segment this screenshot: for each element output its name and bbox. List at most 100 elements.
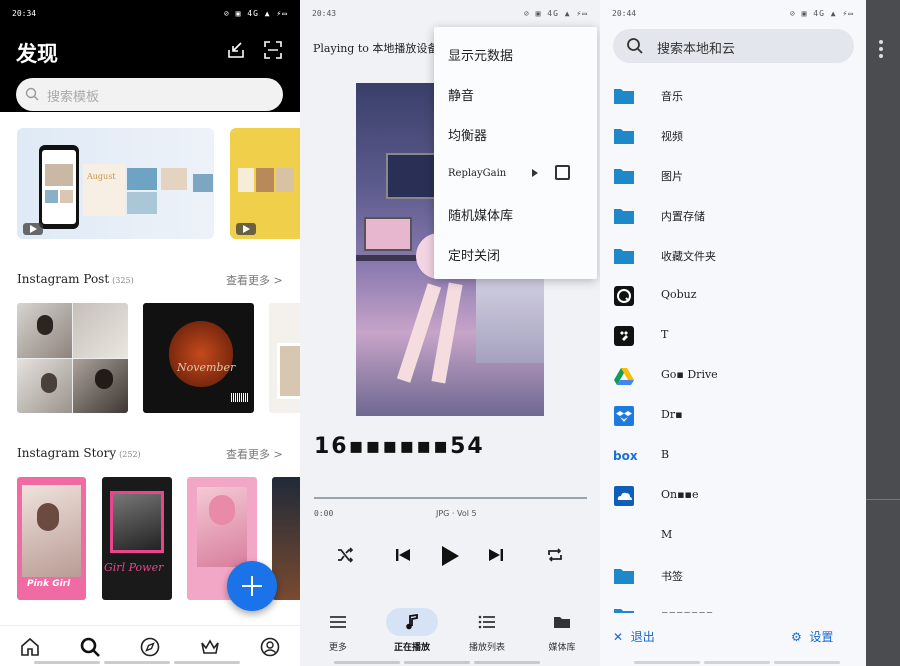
previous-icon[interactable] [394,546,412,564]
menu-item-replaygain[interactable]: ReplayGain [448,168,506,179]
status-bar: 20:43 ⊘ ▣ 4G ▲ ⚡▭ [312,9,588,21]
crown-icon[interactable] [199,636,221,658]
exit-button[interactable]: ✕ 退出 [613,628,655,645]
settings-button[interactable]: ⚙ 设置 [791,628,833,645]
profile-icon[interactable] [259,636,281,658]
library-item-box[interactable]: box B [613,445,853,467]
home-icon[interactable] [19,636,41,658]
post-template-tile[interactable] [17,303,128,413]
status-icons: ⊘ ▣ 4G ▲ ⚡▭ [224,9,288,18]
template-banner[interactable]: August [17,128,214,239]
gesture-bar [174,661,240,664]
folder-icon [614,609,634,613]
gesture-bar [704,661,770,664]
status-icons: ⊘ ▣ 4G ▲ ⚡▭ [524,9,588,18]
search-placeholder: 搜索模板 [47,90,100,105]
library-item-favorite-folders[interactable]: 收藏文件夹 [613,245,853,267]
menu-item-sleep-timer[interactable]: 定时关闭 [448,245,500,264]
section-count: (252) [119,450,141,459]
shuffle-icon[interactable] [336,546,354,564]
playing-to-label[interactable]: Playing to 本地播放设备 [313,40,438,56]
dropbox-icon [614,406,634,426]
library-item-onedrive[interactable]: On▪▪e [613,485,853,507]
divider [866,499,900,500]
scan-icon[interactable] [263,40,283,60]
playback-position: 0:00 [314,509,334,518]
gesture-bar [774,661,840,664]
status-time: 20:43 [312,9,337,18]
more-options-icon[interactable] [879,40,883,61]
menu-item-mute[interactable]: 静音 [448,85,474,104]
folder-icon [614,89,634,104]
tab-label: 更多 [328,643,347,653]
status-icons: ⊘ ▣ 4G ▲ ⚡▭ [790,9,854,18]
library-item-internal-storage[interactable]: 内置存储 [613,205,853,227]
tab-label: 正在播放 [393,643,430,653]
library-item-bookmarks[interactable]: 书签 [613,565,853,587]
tab-library[interactable]: 媒体库 [532,608,592,653]
search-icon[interactable] [79,636,101,658]
library-item-videos[interactable]: 视频 [613,125,853,147]
tab-playlist[interactable]: 播放列表 [457,608,517,653]
library-drawer: 20:44 ⊘ ▣ 4G ▲ ⚡▭ 搜索本地和云 音乐 视频 图片 内置存储 收… [600,0,866,666]
compass-icon[interactable] [139,636,161,658]
status-bar: 20:44 ⊘ ▣ 4G ▲ ⚡▭ [612,9,854,21]
library-item-dropbox[interactable]: Dr▪ [613,405,853,427]
section-count: (325) [112,276,134,285]
gesture-bar [404,661,470,664]
folder-icon [614,569,634,584]
replaygain-checkbox[interactable] [555,165,570,180]
folder-icon [614,209,634,224]
template-banner-2[interactable] [230,128,300,239]
video-play-icon [236,223,256,235]
tile-text: Girl Power [104,561,164,574]
gesture-bar [334,661,400,664]
story-template-tile[interactable]: Pink Girl [17,477,86,600]
library-item-partial[interactable]: ▪▪▪▪▪▪▪ [613,605,853,613]
background-scrim[interactable] [866,0,900,666]
seek-bar[interactable] [314,497,587,499]
discover-screen: 20:34 ⊘ ▣ 4G ▲ ⚡▭ 发现 搜索模板 August Instagr… [0,0,300,666]
track-format-info: JPG · Vol 5 [436,509,477,518]
tile-text: Pink Girl [27,579,71,589]
page-title: 发现 [16,41,58,66]
status-bar: 20:34 ⊘ ▣ 4G ▲ ⚡▭ [12,9,288,21]
gesture-bar [34,661,100,664]
library-item-qobuz[interactable]: Qobuz [613,285,853,307]
status-time: 20:34 [12,9,37,18]
gesture-bar [104,661,170,664]
see-more-link-post[interactable]: 查看更多 > [226,272,283,288]
post-template-tile[interactable] [269,303,300,413]
onedrive-icon [614,486,634,506]
library-item-pictures[interactable]: 图片 [613,165,853,187]
play-icon[interactable] [438,544,462,568]
library-item-m[interactable]: M [613,525,853,547]
repeat-icon[interactable] [546,546,564,564]
create-fab-button[interactable] [227,561,277,611]
blank-icon [613,525,635,547]
post-template-tile[interactable]: November [143,303,254,413]
next-icon[interactable] [487,546,505,564]
library-item-tidal[interactable]: T [613,325,853,347]
library-search-input[interactable]: 搜索本地和云 [613,29,854,63]
box-icon: box [613,449,638,463]
tab-now-playing[interactable]: 正在播放 [382,608,442,653]
see-more-link-story[interactable]: 查看更多 > [226,446,283,462]
tab-label: 播放列表 [468,643,505,653]
bottom-navigation [0,625,300,666]
tab-label: 媒体库 [548,643,576,653]
status-time: 20:44 [612,9,637,18]
tab-more[interactable]: 更多 [308,608,368,653]
gesture-bar [474,661,540,664]
menu-item-shuffle-library[interactable]: 随机媒体库 [448,205,513,224]
playlist-icon [478,615,495,629]
story-template-tile[interactable]: Girl Power [102,477,172,600]
library-item-music[interactable]: 音乐 [613,85,853,107]
import-icon[interactable] [226,40,246,60]
template-search-input[interactable]: 搜索模板 [16,78,283,111]
menu-item-show-metadata[interactable]: 显示元数据 [448,45,513,64]
track-title: 16▪▪▪▪▪▪54 [314,434,485,459]
menu-item-equalizer[interactable]: 均衡器 [448,125,487,144]
library-item-google-drive[interactable]: Go▪ Drive [613,365,853,387]
google-drive-icon [614,368,634,385]
